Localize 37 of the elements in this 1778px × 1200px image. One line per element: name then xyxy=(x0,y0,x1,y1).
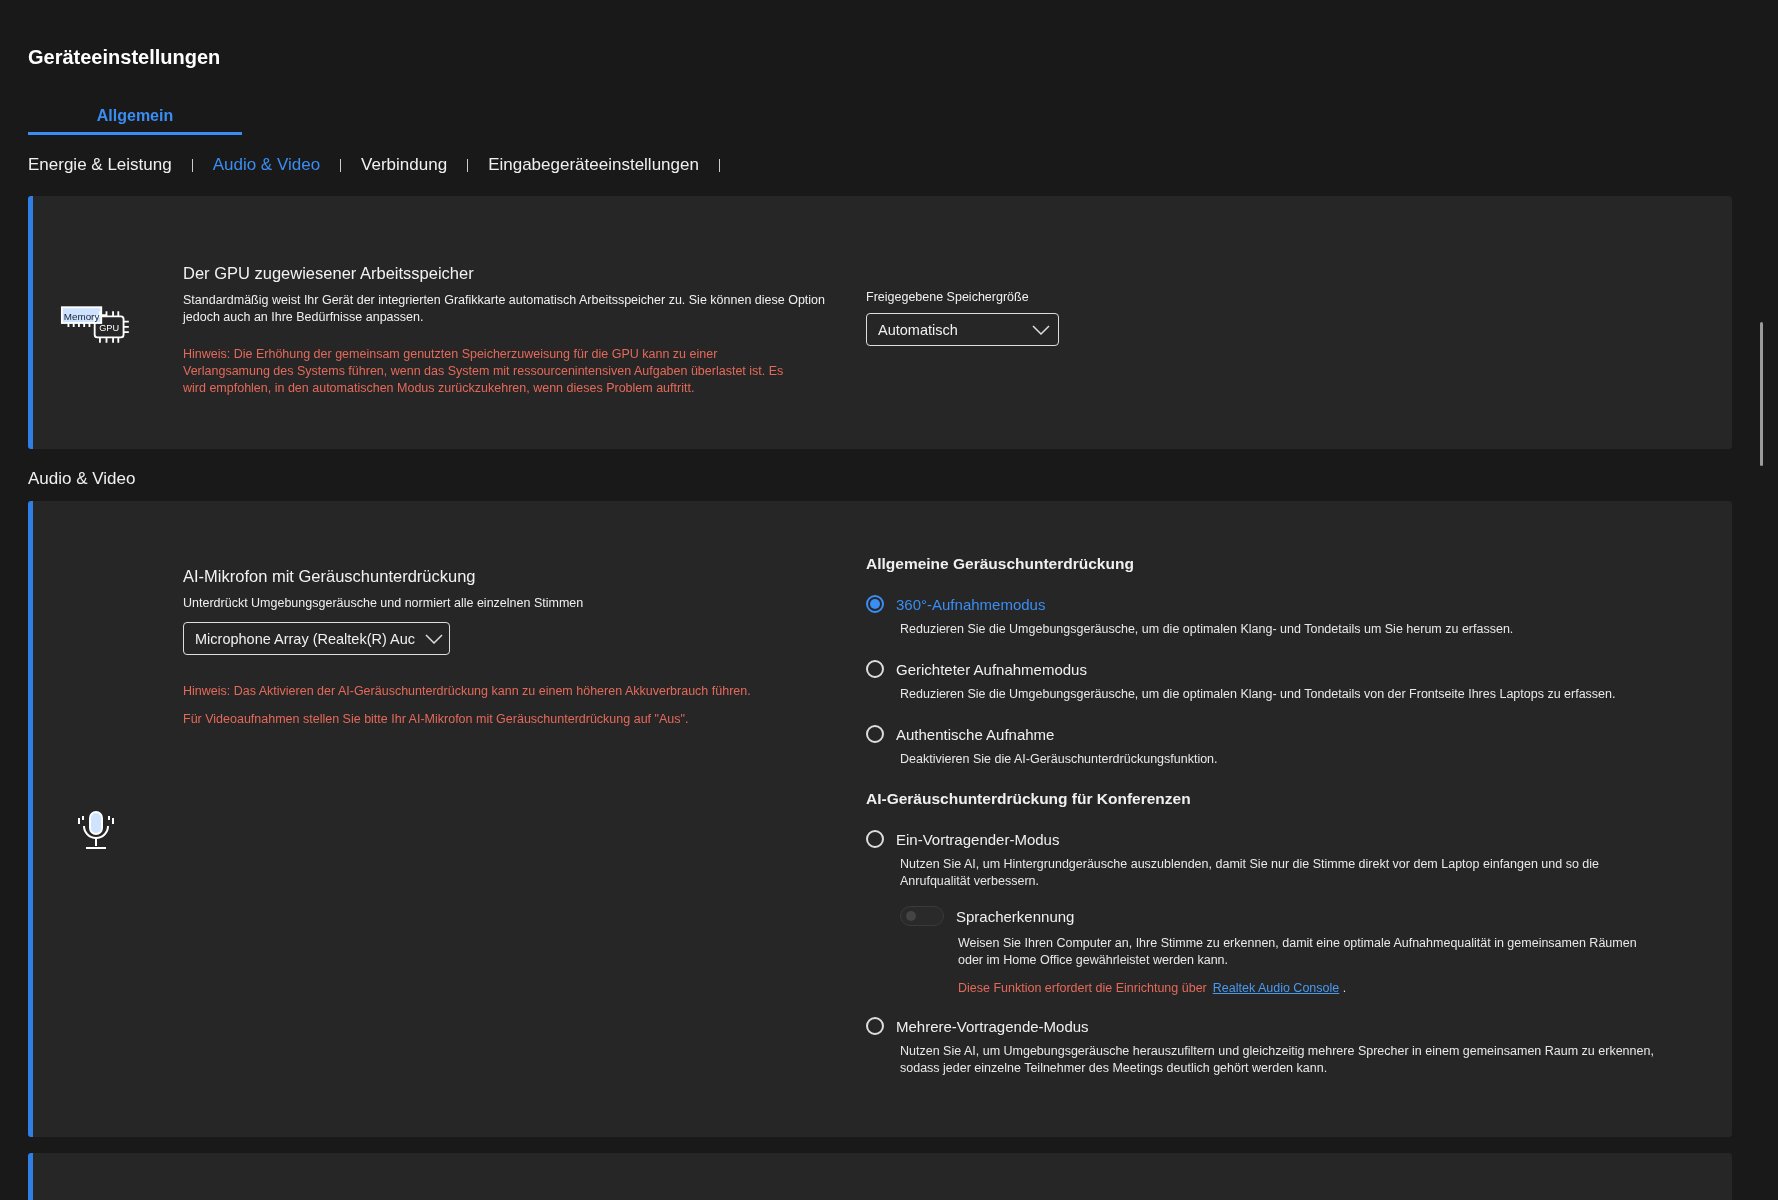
tab[interactable]: Allgemein xyxy=(28,107,242,135)
warning-text: Für Videoaufnahmen stellen Sie bitte Ihr AI-Mikrofon mit Geräuschunterdrückung auf "Aus". xyxy=(183,711,690,728)
section-heading: Audio & Video xyxy=(28,469,137,489)
chevron-down-icon xyxy=(1032,324,1050,335)
scrollbar[interactable] xyxy=(1760,322,1763,466)
section-link[interactable]: Energie & Leistung xyxy=(28,155,172,175)
card-description: Unterdrückt Umgebungsgeräusche und normiert alle einzelnen Stimmen xyxy=(183,595,585,612)
option-description: Nutzen Sie AI, um Hintergrundgeräusche auszublenden, damit Sie nur die Stimme direkt vor dem Laptop einfangen und so die Anrufqualität verbessern. xyxy=(900,856,1601,890)
section-link[interactable]: Eingabegeräteeinstellungen xyxy=(488,155,699,175)
radio-label[interactable]: Mehrere-Vortragende-Modus xyxy=(896,1017,1089,1035)
radio-label[interactable]: Authentische Aufnahme xyxy=(896,725,1055,743)
field-label: Freigegebene Speichergröße xyxy=(866,290,1030,304)
card-title: Der GPU zugewiesener Arbeitsspeicher xyxy=(183,264,475,283)
card-title: AI-Mikrofon mit Geräuschunterdrückung xyxy=(183,567,477,586)
card-description: Standardmäßig weist Ihr Gerät der integrierten Grafikkarte automatisch Arbeitsspeicher zu. Sie können diese Option jedoch auch an Ihre Bedürfnisse anpassen. xyxy=(183,292,826,326)
warning-text: Hinweis: Das Aktivieren der AI-Geräuschunterdrückung kann zu einem höheren Akkuverbrauch führen. xyxy=(183,683,752,700)
dropdown[interactable]: Automatisch xyxy=(866,313,1059,346)
section-link[interactable]: Verbindung xyxy=(361,155,448,175)
toggle-label: Spracherkennung xyxy=(956,907,1075,925)
warning-text: Hinweis: Die Erhöhung der gemeinsam genutzten Speicherzuweisung für die GPU kann zu einer Verlangsamung des Systems führen, wenn das System mit ressourcenintensiven Aufgaben überlastet ist. Es wird empfohlen, in den automatischen Modus zurückzukehren, wenn dieses Problem auftritt. xyxy=(183,346,785,397)
option-description: Deaktivieren Sie die AI-Geräuschunterdrückungsfunktion. xyxy=(900,751,1219,768)
chevron-down-icon xyxy=(425,633,443,644)
microphone-icon xyxy=(76,810,116,852)
section-link[interactable]: Audio & Video xyxy=(212,155,321,175)
option-description: Reduzieren Sie die Umgebungsgeräusche, um die optimalen Klang- und Tondetails um Sie herum zu erfassen. xyxy=(900,621,1515,638)
group-heading: AI-Geräuschunterdrückung für Konferenzen xyxy=(866,790,1192,808)
radio-label[interactable]: Gerichteter Aufnahmemodus xyxy=(896,660,1087,678)
page-title: Geräteeinstellungen xyxy=(28,45,222,69)
option-description: Reduzieren Sie die Umgebungsgeräusche, um die optimalen Klang- und Tondetails von der Frontseite Ihres Laptops zu erfassen. xyxy=(900,686,1617,703)
setting-description: Weisen Sie Ihren Computer an, Ihre Stimme zu erkennen, damit eine optimale Aufnahmequalität in gemeinsamen Räumen oder im Home Office gewährleistet werden kann. xyxy=(958,935,1638,969)
radio-label[interactable]: Ein-Vortragender-Modus xyxy=(896,830,1060,848)
dropdown[interactable]: Microphone Array (Realtek(R) Auc xyxy=(183,622,450,655)
radio-label[interactable]: 360°-Aufnahmemodus xyxy=(896,595,1046,613)
radio-button[interactable] xyxy=(866,595,884,613)
option-description: Nutzen Sie AI, um Umgebungsgeräusche herauszufiltern und gleichzeitig mehrere Sprecher in einem gemeinsamen Raum zu erkennen, sodass jeder einzelne Teilnehmer des Meetings deutlich gehört werden kann. xyxy=(900,1043,1655,1077)
group-heading: Allgemeine Geräuschunterdrückung xyxy=(866,555,1135,573)
setup-note: Diese Funktion erfordert die Einrichtung über Realtek Audio Console . xyxy=(958,981,1348,995)
